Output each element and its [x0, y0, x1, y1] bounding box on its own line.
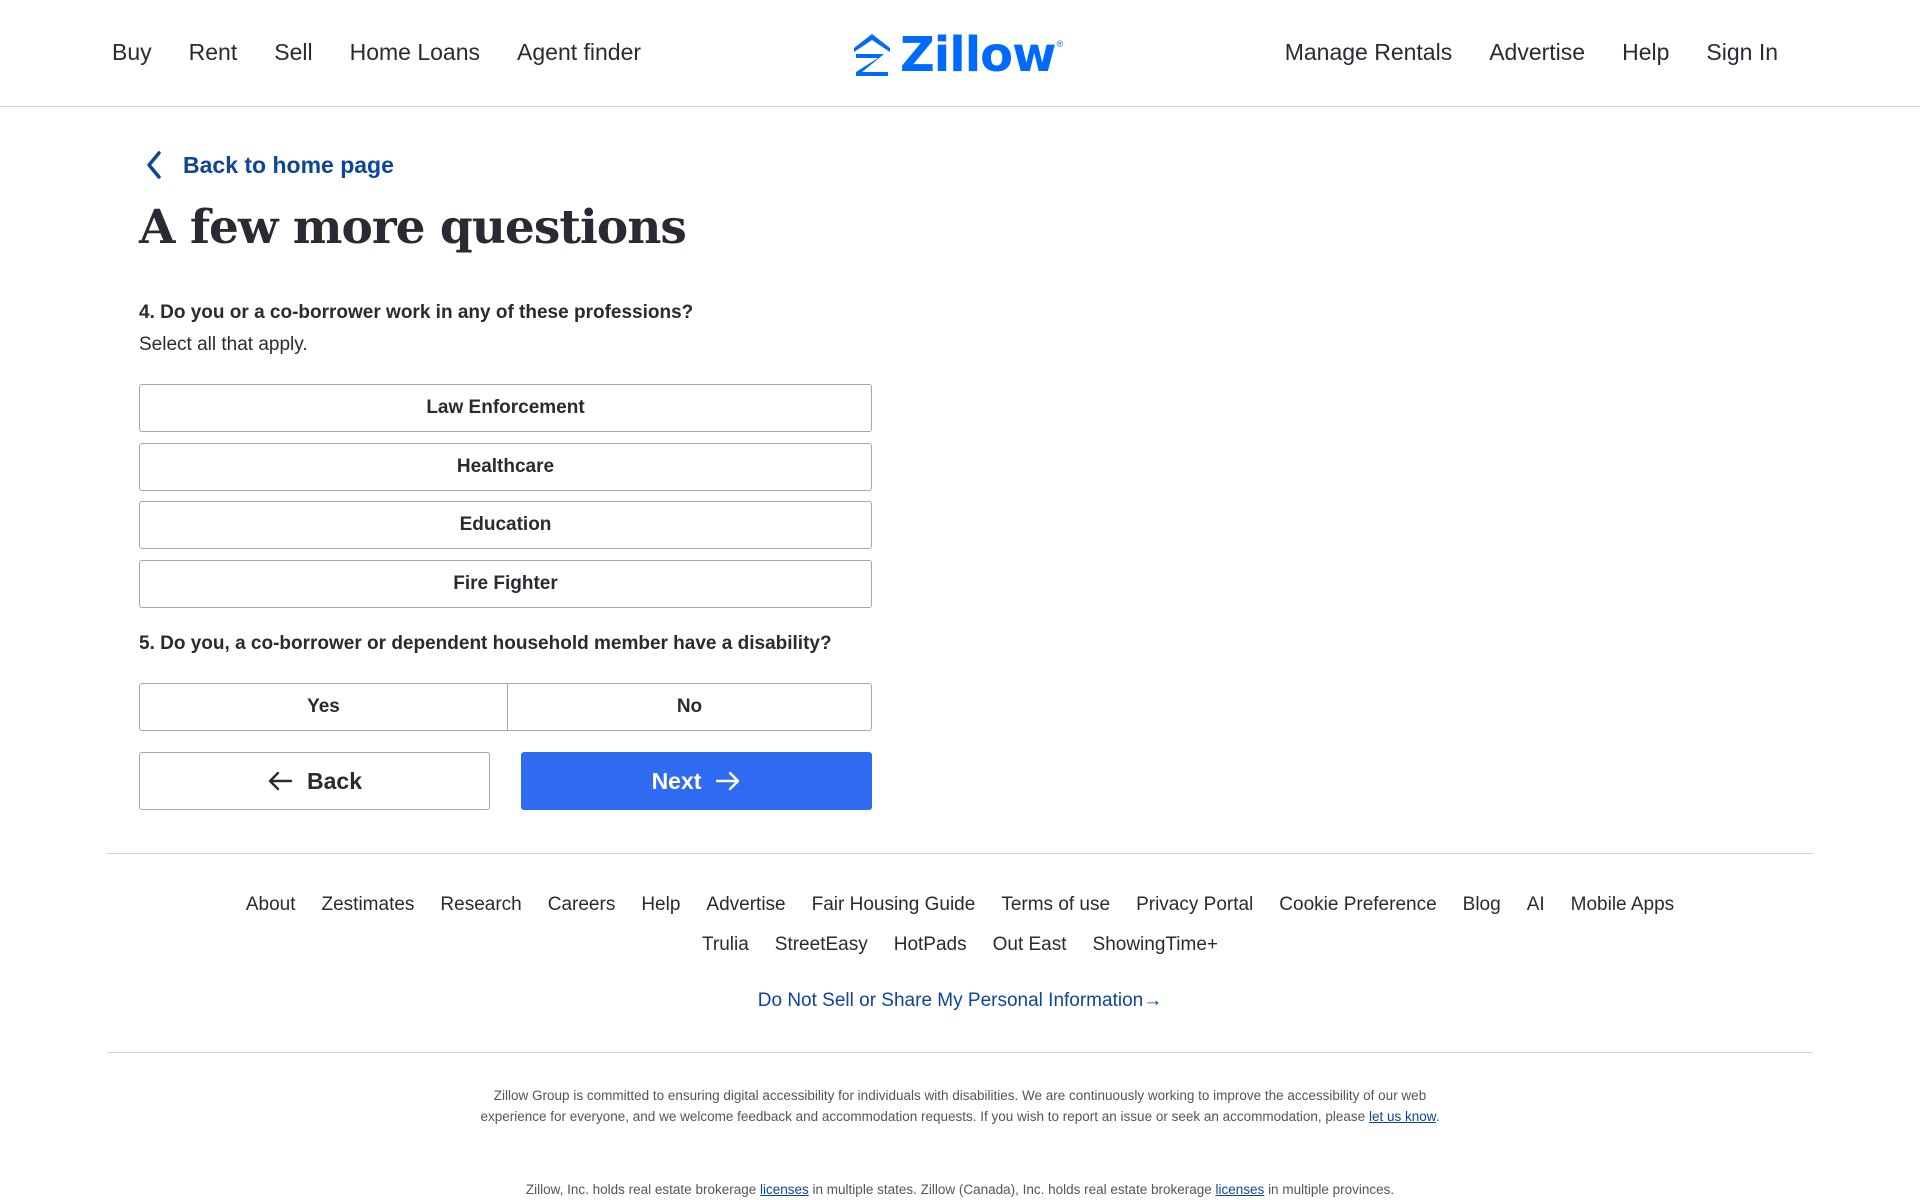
footer-link-out-east[interactable]: Out East	[993, 934, 1067, 956]
option-law-enforcement[interactable]: Law Enforcement	[139, 384, 872, 432]
arrow-right-icon	[716, 771, 740, 791]
legal-text-3: in multiple provinces.	[1268, 1182, 1395, 1197]
option-education[interactable]: Education	[139, 501, 872, 549]
nav-rent[interactable]: Rent	[189, 33, 238, 71]
accessibility-statement: Zillow Group is committed to ensuring di…	[480, 1085, 1440, 1127]
back-to-home-label: Back to home page	[183, 151, 394, 178]
do-not-sell-row: Do Not Sell or Share My Personal Informa…	[0, 990, 1920, 1012]
nav-home-loans[interactable]: Home Loans	[350, 33, 480, 71]
next-button-label: Next	[651, 767, 702, 794]
nav-advertise[interactable]: Advertise	[1489, 33, 1585, 71]
nav-buy[interactable]: Buy	[112, 33, 152, 71]
accessibility-text-end: .	[1435, 1109, 1440, 1124]
footer-link-privacy[interactable]: Privacy Portal	[1136, 894, 1253, 916]
footer-link-terms[interactable]: Terms of use	[1001, 894, 1110, 916]
back-button-label: Back	[307, 767, 362, 794]
footer-links-brands: Trulia StreetEasy HotPads Out East Showi…	[0, 934, 1920, 956]
nav-sign-in[interactable]: Sign In	[1706, 33, 1778, 71]
accessibility-text: Zillow Group is committed to ensuring di…	[480, 1088, 1427, 1124]
footer-link-ai[interactable]: AI	[1527, 894, 1545, 916]
option-no[interactable]: No	[508, 684, 871, 730]
nav-manage-rentals[interactable]: Manage Rentals	[1285, 33, 1453, 71]
nav-help[interactable]: Help	[1622, 33, 1669, 71]
footer-link-streeteasy[interactable]: StreetEasy	[775, 934, 868, 956]
zillow-logo[interactable]: Zillow ®	[852, 29, 1063, 81]
footer-link-cookie[interactable]: Cookie Preference	[1279, 894, 1436, 916]
question-4-hint: Select all that apply.	[139, 334, 308, 355]
option-yes[interactable]: Yes	[140, 684, 508, 730]
footer-link-fair-housing[interactable]: Fair Housing Guide	[812, 894, 976, 916]
secondary-nav: Manage Rentals Advertise Help Sign In	[1248, 33, 1778, 71]
footer-divider-top	[107, 853, 1813, 854]
logo-registered-mark: ®	[1056, 39, 1064, 49]
footer-link-about[interactable]: About	[246, 894, 296, 916]
arrow-left-icon	[268, 771, 293, 791]
nav-agent-finder[interactable]: Agent finder	[517, 33, 641, 71]
footer-link-zestimates[interactable]: Zestimates	[322, 894, 415, 916]
footer-link-showingtime[interactable]: ShowingTime+	[1093, 934, 1219, 956]
footer-link-mobile-apps[interactable]: Mobile Apps	[1571, 894, 1675, 916]
footer-link-research[interactable]: Research	[440, 894, 521, 916]
nav-sell[interactable]: Sell	[274, 33, 312, 71]
question-5-label: 5. Do you, a co-borrower or dependent ho…	[139, 633, 832, 654]
let-us-know-link[interactable]: let us know	[1369, 1109, 1436, 1124]
back-button[interactable]: Back	[139, 752, 490, 810]
legal-text-2: in multiple states. Zillow (Canada), Inc…	[812, 1182, 1212, 1197]
logo-wordmark: Zillow	[900, 27, 1056, 83]
legal-licenses: Zillow, Inc. holds real estate brokerage…	[0, 1182, 1920, 1197]
site-header: Buy Rent Sell Home Loans Agent finder Zi…	[0, 0, 1920, 107]
footer-link-advertise[interactable]: Advertise	[706, 894, 785, 916]
page-title: A few more questions	[139, 200, 687, 255]
footer-links-primary: About Zestimates Research Careers Help A…	[0, 894, 1920, 916]
footer-link-hotpads[interactable]: HotPads	[894, 934, 967, 956]
back-to-home-link[interactable]: Back to home page	[143, 148, 394, 182]
footer-link-help[interactable]: Help	[641, 894, 680, 916]
licenses-link-states[interactable]: licenses	[760, 1182, 809, 1197]
primary-nav: Buy Rent Sell Home Loans Agent finder	[112, 33, 678, 71]
legal-text-1: Zillow, Inc. holds real estate brokerage	[525, 1182, 757, 1197]
option-fire-fighter[interactable]: Fire Fighter	[139, 560, 872, 608]
chevron-left-icon	[147, 151, 161, 179]
footer-divider-bottom	[107, 1052, 1813, 1053]
next-button[interactable]: Next	[521, 752, 872, 810]
question-4-label: 4. Do you or a co-borrower work in any o…	[139, 302, 694, 323]
disability-toggle: Yes No	[139, 683, 872, 731]
footer-link-careers[interactable]: Careers	[548, 894, 616, 916]
licenses-link-provinces[interactable]: licenses	[1216, 1182, 1265, 1197]
do-not-sell-link[interactable]: Do Not Sell or Share My Personal Informa…	[758, 990, 1162, 1011]
footer-link-trulia[interactable]: Trulia	[702, 934, 749, 956]
footer-link-blog[interactable]: Blog	[1463, 894, 1501, 916]
zillow-logo-icon	[854, 34, 890, 76]
option-healthcare[interactable]: Healthcare	[139, 443, 872, 491]
